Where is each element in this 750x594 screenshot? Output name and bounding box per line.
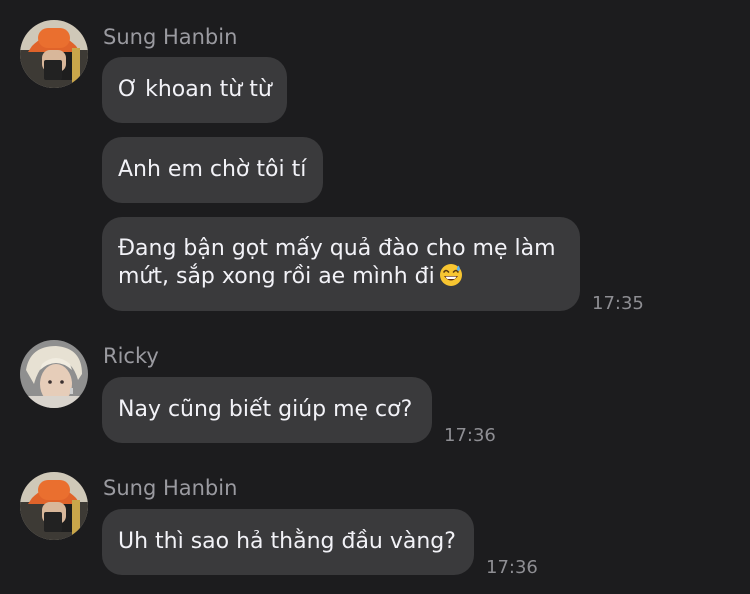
- sender-name: Sung Hanbin: [103, 25, 238, 49]
- message-text: Uh thì sao hả thằng đầu vàng?: [118, 529, 456, 554]
- sender-name: Ricky: [103, 344, 159, 368]
- avatar-ricky[interactable]: [20, 340, 88, 408]
- message-timestamp: 17:35: [592, 293, 644, 314]
- message-bubble[interactable]: Anh em chờ tôi tí: [102, 137, 323, 203]
- message-timestamp: 17:36: [486, 557, 538, 578]
- message-text: Nay cũng biết giúp mẹ cơ?: [118, 397, 413, 422]
- message-timestamp: 17:36: [444, 425, 496, 446]
- grinning-sweat-emoji-icon: [439, 263, 463, 295]
- avatar-photo-icon: [20, 340, 88, 408]
- message-bubble[interactable]: Nay cũng biết giúp mẹ cơ?: [102, 377, 432, 443]
- message-bubble[interactable]: Ơ khoan từ từ: [102, 57, 287, 123]
- message-bubble[interactable]: Đang bận gọt mấy quả đào cho mẹ làm mứt,…: [102, 217, 580, 311]
- message-text-line: Đang bận gọt mấy quả đào cho mẹ làm: [118, 236, 556, 261]
- avatar-sung-hanbin[interactable]: [20, 20, 88, 88]
- message-text-line: mứt, sắp xong rồi ae mình đi: [118, 263, 564, 295]
- message-text-line-content: mứt, sắp xong rồi ae mình đi: [118, 264, 435, 289]
- message-text: Ơ khoan từ từ: [118, 77, 272, 102]
- avatar-sung-hanbin[interactable]: [20, 472, 88, 540]
- sender-name: Sung Hanbin: [103, 476, 238, 500]
- avatar-photo-icon: [20, 20, 88, 88]
- message-bubble[interactable]: Uh thì sao hả thằng đầu vàng?: [102, 509, 474, 575]
- message-text: Anh em chờ tôi tí: [118, 157, 307, 182]
- avatar-photo-icon: [20, 472, 88, 540]
